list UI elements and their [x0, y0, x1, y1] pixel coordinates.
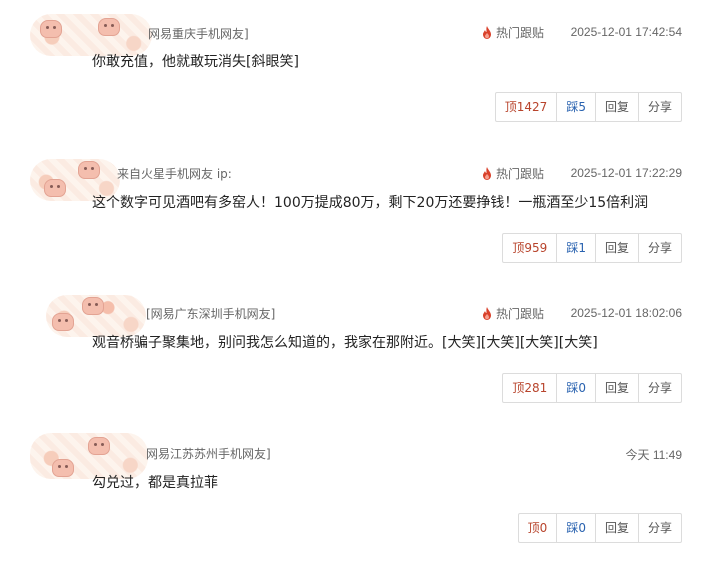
downvote-button[interactable]: 踩5: [556, 93, 595, 121]
hot-badge: 热门跟贴: [482, 305, 544, 322]
flame-icon: [482, 167, 492, 180]
comment-text: 观音桥骗子聚集地，别问我怎么知道的，我家在那附近。[大笑][大笑][大笑][大笑…: [92, 335, 598, 351]
avatar-pattern: [82, 297, 104, 315]
downvote-label: 踩: [566, 381, 579, 395]
hot-badge: 热门跟贴: [482, 165, 544, 182]
downvote-count: 5: [578, 100, 586, 114]
avatar-pattern: [52, 313, 74, 331]
upvote-button[interactable]: 顶959: [503, 234, 556, 262]
comment-item: 网易江苏苏州手机网友] 今天 11:49 勾兑过，都是真拉菲 顶0 踩0 回复 …: [0, 421, 712, 561]
comment-item: 网易重庆手机网友] 热门跟贴 2025-12-01 17:42:54 你敢充值，…: [0, 0, 712, 140]
downvote-count: 1: [578, 241, 586, 255]
share-button[interactable]: 分享: [637, 514, 681, 542]
upvote-count: 1427: [516, 100, 548, 114]
comment-username[interactable]: 网易重庆手机网友]: [148, 25, 249, 42]
downvote-button[interactable]: 踩0: [556, 374, 595, 402]
flame-icon: [482, 26, 492, 39]
downvote-button[interactable]: 踩0: [556, 514, 595, 542]
comment-username[interactable]: 来自火星手机网友 ip:: [117, 165, 232, 182]
reply-button[interactable]: 回复: [594, 93, 638, 121]
upvote-count: 281: [524, 381, 548, 395]
downvote-label: 踩: [566, 100, 579, 114]
reply-button[interactable]: 回复: [594, 374, 638, 402]
flame-icon: [482, 307, 492, 320]
avatar-pattern: [40, 20, 62, 38]
avatar-pattern: [44, 179, 66, 197]
avatar[interactable]: [46, 295, 146, 337]
share-button[interactable]: 分享: [637, 374, 681, 402]
upvote-label: 顶: [512, 381, 525, 395]
avatar-pattern: [78, 161, 100, 179]
share-button[interactable]: 分享: [637, 93, 681, 121]
downvote-label: 踩: [566, 521, 579, 535]
comment-item: 来自火星手机网友 ip: 热门跟贴 2025-12-01 17:22:29 这个…: [0, 141, 712, 281]
downvote-count: 0: [578, 521, 586, 535]
comment-actions: 顶281 踩0 回复 分享: [502, 373, 682, 403]
avatar-pattern: [98, 18, 120, 36]
comment-username[interactable]: [网易广东深圳手机网友]: [146, 305, 275, 322]
comment-actions: 顶0 踩0 回复 分享: [517, 513, 682, 543]
upvote-button[interactable]: 顶0: [519, 514, 557, 542]
avatar[interactable]: [30, 14, 152, 56]
hot-badge: 热门跟贴: [482, 24, 544, 41]
reply-button[interactable]: 回复: [594, 514, 638, 542]
comment-text: 这个数字可见酒吧有多窑人！100万提成80万，剩下20万还要挣钱！一瓶酒至少15…: [92, 195, 649, 211]
comment-text: 你敢充值，他就敢玩消失[斜眼笑]: [92, 54, 299, 70]
comment-time: 2025-12-01 17:42:54: [570, 25, 682, 39]
comment-item: [网易广东深圳手机网友] 热门跟贴 2025-12-01 18:02:06 观音…: [0, 281, 712, 421]
downvote-count: 0: [578, 381, 586, 395]
hot-label: 热门跟贴: [496, 26, 545, 40]
upvote-label: 顶: [527, 521, 540, 535]
comment-time: 2025-12-01 18:02:06: [570, 306, 682, 320]
hot-label: 热门跟贴: [496, 307, 545, 321]
comment-text: 勾兑过，都是真拉菲: [92, 475, 218, 491]
comment-actions: 顶1427 踩5 回复 分享: [494, 92, 682, 122]
upvote-label: 顶: [504, 100, 517, 114]
hot-label: 热门跟贴: [496, 167, 545, 181]
reply-button[interactable]: 回复: [594, 234, 638, 262]
avatar-pattern: [88, 437, 110, 455]
upvote-button[interactable]: 顶1427: [496, 93, 557, 121]
share-button[interactable]: 分享: [637, 234, 681, 262]
upvote-count: 0: [539, 521, 548, 535]
comment-time: 2025-12-01 17:22:29: [570, 166, 682, 180]
upvote-count: 959: [524, 241, 548, 255]
comment-username[interactable]: 网易江苏苏州手机网友]: [146, 445, 271, 462]
downvote-button[interactable]: 踩1: [556, 234, 595, 262]
avatar-pattern: [52, 459, 74, 477]
upvote-label: 顶: [512, 241, 525, 255]
upvote-button[interactable]: 顶281: [503, 374, 556, 402]
downvote-label: 踩: [566, 241, 579, 255]
comment-time: 今天 11:49: [625, 448, 682, 462]
comment-actions: 顶959 踩1 回复 分享: [502, 233, 682, 263]
